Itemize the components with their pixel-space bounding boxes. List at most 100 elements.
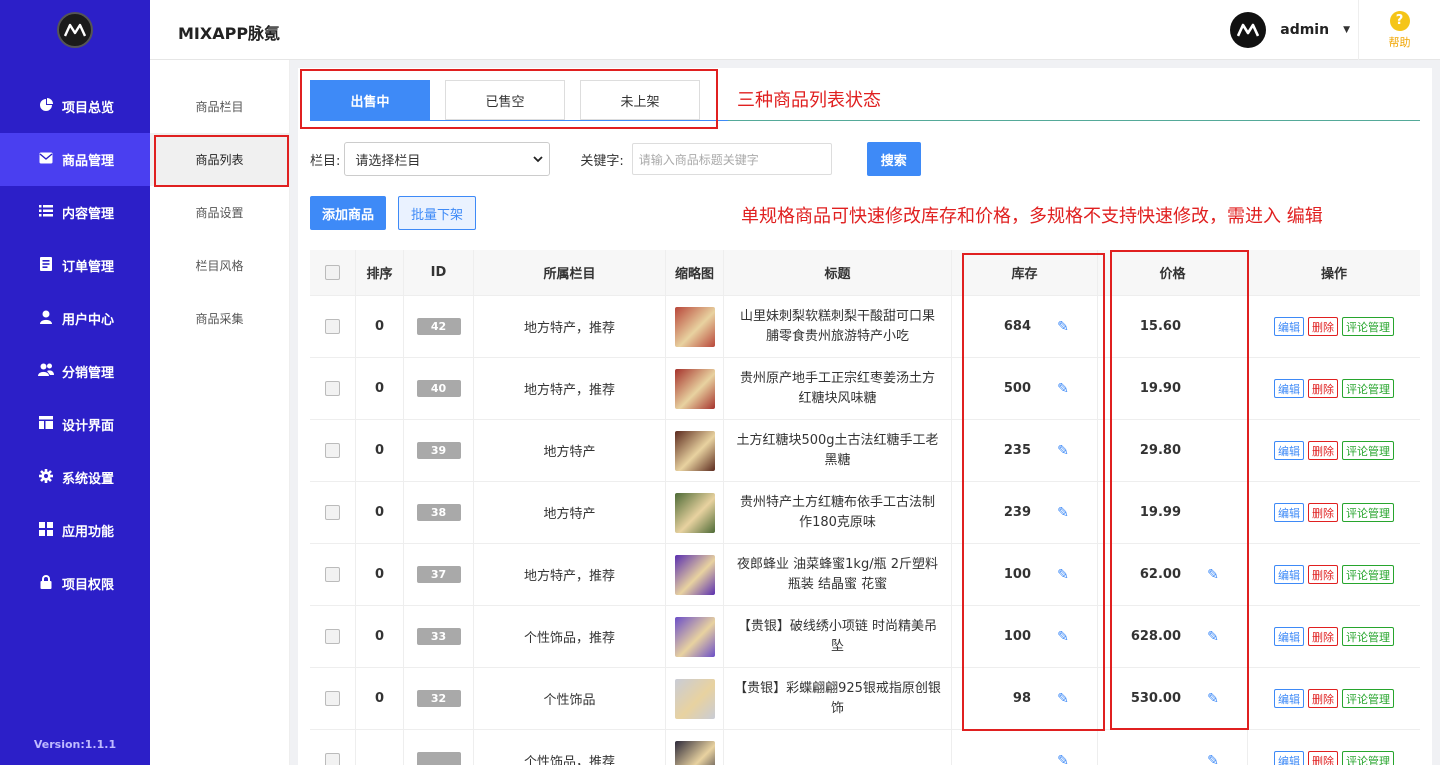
keyword-input[interactable]: 请输入商品标题关键字 bbox=[631, 143, 832, 175]
subnav-item-2[interactable]: 商品设置 bbox=[150, 186, 289, 239]
header-sort: 排序 bbox=[356, 250, 404, 295]
sort-value: 0 bbox=[374, 691, 385, 706]
nav-item-2[interactable]: 内容管理 bbox=[0, 186, 150, 239]
keyword-label: 关键字: bbox=[580, 153, 624, 169]
nav-item-3[interactable]: 订单管理 bbox=[0, 239, 150, 292]
comments-button[interactable]: 评论管理 bbox=[1342, 317, 1394, 336]
status-tabs: 出售中 已售空 未上架 bbox=[310, 80, 715, 120]
batch-offshelf-button[interactable]: 批量下架 bbox=[398, 196, 477, 230]
edit-button[interactable]: 编辑 bbox=[1274, 503, 1304, 522]
product-thumbnail[interactable] bbox=[674, 616, 715, 657]
edit-button[interactable]: 编辑 bbox=[1274, 565, 1304, 584]
row-checkbox[interactable] bbox=[325, 443, 340, 458]
sort-cell: 0 bbox=[356, 482, 404, 543]
user-name[interactable]: admin bbox=[1280, 22, 1329, 38]
help-button[interactable]: ? 帮助 bbox=[1358, 0, 1440, 60]
edit-price-pencil-icon[interactable]: ✎ bbox=[1205, 629, 1221, 645]
delete-button[interactable]: 删除 bbox=[1308, 379, 1338, 398]
edit-stock-pencil-icon[interactable]: ✎ bbox=[1055, 381, 1071, 397]
action-bar: 添加商品 批量下架 bbox=[310, 196, 477, 230]
delete-button[interactable]: 删除 bbox=[1308, 503, 1338, 522]
edit-stock-pencil-icon[interactable]: ✎ bbox=[1055, 753, 1071, 765]
subnav-item-0[interactable]: 商品栏目 bbox=[150, 80, 289, 133]
edit-button[interactable]: 编辑 bbox=[1274, 317, 1304, 336]
delete-button[interactable]: 删除 bbox=[1308, 689, 1338, 708]
category-select[interactable]: 请选择栏目 bbox=[344, 142, 551, 176]
delete-button[interactable]: 删除 bbox=[1308, 565, 1338, 584]
add-product-button[interactable]: 添加商品 bbox=[310, 196, 387, 230]
price-value: 19.90 bbox=[1139, 381, 1181, 396]
delete-button[interactable]: 删除 bbox=[1308, 441, 1338, 460]
row-checkbox[interactable] bbox=[325, 629, 340, 644]
edit-price-pencil-icon[interactable]: ✎ bbox=[1205, 691, 1221, 707]
nav-item-7[interactable]: 系统设置 bbox=[0, 451, 150, 504]
tab-1[interactable]: 已售空 bbox=[445, 80, 565, 120]
delete-button[interactable]: 删除 bbox=[1308, 317, 1338, 336]
comments-button[interactable]: 评论管理 bbox=[1342, 379, 1394, 398]
id-badge bbox=[416, 752, 461, 765]
product-thumbnail[interactable] bbox=[674, 554, 715, 595]
id-badge: 42 bbox=[416, 318, 461, 335]
row-checkbox[interactable] bbox=[325, 691, 340, 706]
layout-icon bbox=[38, 416, 54, 433]
edit-stock-pencil-icon[interactable]: ✎ bbox=[1055, 629, 1071, 645]
row-checkbox[interactable] bbox=[325, 505, 340, 520]
edit-stock-pencil-icon[interactable]: ✎ bbox=[1055, 567, 1071, 583]
header-title: 标题 bbox=[724, 250, 952, 295]
avatar[interactable] bbox=[1230, 12, 1267, 48]
caret-down-icon[interactable]: ▼ bbox=[1343, 25, 1350, 35]
chevron-down-icon bbox=[533, 155, 544, 162]
nav-item-8[interactable]: 应用功能 bbox=[0, 504, 150, 557]
product-thumbnail[interactable] bbox=[674, 492, 715, 533]
comments-button[interactable]: 评论管理 bbox=[1342, 689, 1394, 708]
select-all-checkbox[interactable] bbox=[325, 265, 340, 280]
sort-cell: 0 bbox=[356, 296, 404, 357]
edit-price-pencil-icon[interactable]: ✎ bbox=[1205, 567, 1221, 583]
edit-button[interactable]: 编辑 bbox=[1274, 379, 1304, 398]
header-stock: 库存 bbox=[952, 250, 1098, 295]
nav-item-9[interactable]: 项目权限 bbox=[0, 557, 150, 610]
comments-button[interactable]: 评论管理 bbox=[1342, 565, 1394, 584]
edit-price-pencil-icon[interactable]: ✎ bbox=[1205, 753, 1221, 765]
edit-button[interactable]: 编辑 bbox=[1274, 751, 1304, 765]
title-cell bbox=[724, 730, 952, 765]
delete-button[interactable]: 删除 bbox=[1308, 751, 1338, 765]
tab-0[interactable]: 出售中 bbox=[310, 80, 430, 120]
stock-cell: 500 ✎ bbox=[952, 358, 1098, 419]
price-value: 530.00 bbox=[1130, 691, 1181, 706]
row-checkbox[interactable] bbox=[325, 567, 340, 582]
comments-button[interactable]: 评论管理 bbox=[1342, 751, 1394, 765]
product-thumbnail[interactable] bbox=[674, 740, 715, 765]
edit-stock-pencil-icon[interactable]: ✎ bbox=[1055, 443, 1071, 459]
row-checkbox[interactable] bbox=[325, 753, 340, 765]
subnav-item-3[interactable]: 栏目风格 bbox=[150, 239, 289, 292]
subnav-item-1[interactable]: 商品列表 bbox=[150, 133, 289, 186]
comments-button[interactable]: 评论管理 bbox=[1342, 627, 1394, 646]
id-cell: 37 bbox=[404, 544, 474, 605]
delete-button[interactable]: 删除 bbox=[1308, 627, 1338, 646]
row-checkbox[interactable] bbox=[325, 319, 340, 334]
edit-button[interactable]: 编辑 bbox=[1274, 441, 1304, 460]
comments-button[interactable]: 评论管理 bbox=[1342, 441, 1394, 460]
product-thumbnail[interactable] bbox=[674, 678, 715, 719]
user-menu[interactable]: admin ▼ bbox=[1230, 12, 1350, 48]
nav-item-0[interactable]: 项目总览 bbox=[0, 80, 150, 133]
search-button[interactable]: 搜索 bbox=[866, 142, 921, 176]
product-thumbnail[interactable] bbox=[674, 368, 715, 409]
id-badge: 39 bbox=[416, 442, 461, 459]
edit-button[interactable]: 编辑 bbox=[1274, 689, 1304, 708]
nav-item-1[interactable]: 商品管理 bbox=[0, 133, 150, 186]
product-thumbnail[interactable] bbox=[674, 306, 715, 347]
edit-stock-pencil-icon[interactable]: ✎ bbox=[1055, 691, 1071, 707]
tab-2[interactable]: 未上架 bbox=[580, 80, 700, 120]
edit-stock-pencil-icon[interactable]: ✎ bbox=[1055, 319, 1071, 335]
comments-button[interactable]: 评论管理 bbox=[1342, 503, 1394, 522]
nav-item-6[interactable]: 设计界面 bbox=[0, 398, 150, 451]
nav-item-5[interactable]: 分销管理 bbox=[0, 345, 150, 398]
edit-button[interactable]: 编辑 bbox=[1274, 627, 1304, 646]
nav-item-4[interactable]: 用户中心 bbox=[0, 292, 150, 345]
row-checkbox[interactable] bbox=[325, 381, 340, 396]
subnav-item-4[interactable]: 商品采集 bbox=[150, 292, 289, 345]
product-thumbnail[interactable] bbox=[674, 430, 715, 471]
edit-stock-pencil-icon[interactable]: ✎ bbox=[1055, 505, 1071, 521]
